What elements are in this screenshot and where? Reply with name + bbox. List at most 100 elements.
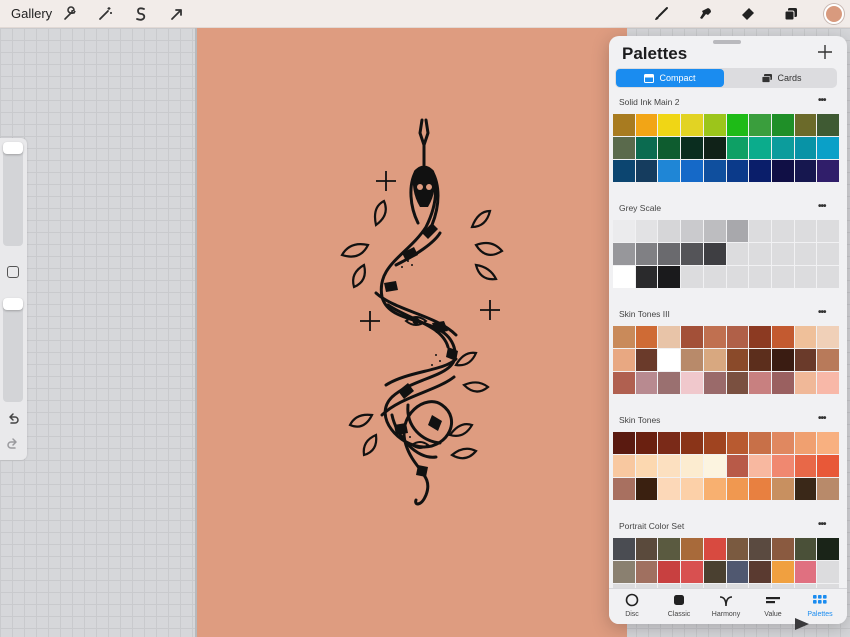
color-swatch[interactable] [613, 243, 635, 265]
color-swatch[interactable] [749, 243, 771, 265]
color-swatch[interactable] [749, 432, 771, 454]
color-swatch[interactable] [681, 220, 703, 242]
palette-card[interactable]: Grey Scale ••• [609, 198, 847, 304]
color-swatch[interactable] [635, 137, 658, 159]
layers-icon[interactable] [781, 4, 801, 24]
color-swatch[interactable] [681, 349, 703, 371]
color-swatch[interactable] [749, 349, 771, 371]
current-color-button[interactable] [824, 4, 844, 24]
magic-wand-icon[interactable] [95, 4, 115, 24]
color-swatch[interactable] [703, 243, 726, 265]
color-swatch[interactable] [749, 561, 771, 583]
color-swatch[interactable] [703, 220, 726, 242]
color-swatch[interactable] [794, 243, 817, 265]
color-swatch[interactable] [726, 266, 749, 288]
redo-icon[interactable] [5, 437, 21, 453]
opacity-knob[interactable] [3, 298, 23, 310]
color-swatch[interactable] [794, 220, 817, 242]
color-swatch[interactable] [635, 114, 658, 136]
color-swatch[interactable] [703, 455, 726, 477]
color-swatch[interactable] [613, 114, 635, 136]
tab-harmony[interactable]: Harmony [703, 593, 749, 623]
color-swatch[interactable] [681, 432, 703, 454]
color-swatch[interactable] [794, 432, 817, 454]
color-swatch[interactable] [726, 220, 749, 242]
color-swatch[interactable] [613, 349, 635, 371]
color-swatch[interactable] [703, 478, 726, 500]
more-options-icon[interactable]: ••• [818, 519, 826, 530]
color-swatch[interactable] [817, 160, 839, 182]
color-swatch[interactable] [658, 455, 681, 477]
color-swatch[interactable] [794, 114, 817, 136]
color-swatch[interactable] [817, 478, 839, 500]
color-swatch[interactable] [613, 220, 635, 242]
color-swatch[interactable] [703, 326, 726, 348]
color-swatch[interactable] [681, 160, 703, 182]
color-swatch[interactable] [658, 538, 681, 560]
color-swatch[interactable] [635, 478, 658, 500]
color-swatch[interactable] [681, 455, 703, 477]
palette-card[interactable]: Solid Ink Main 2 ••• [609, 92, 847, 198]
color-swatch[interactable] [794, 266, 817, 288]
color-swatch[interactable] [749, 114, 771, 136]
color-swatch[interactable] [658, 114, 681, 136]
color-swatch[interactable] [635, 372, 658, 394]
color-swatch[interactable] [726, 326, 749, 348]
selection-s-icon[interactable] [131, 4, 151, 24]
brush-size-knob[interactable] [3, 142, 23, 154]
color-swatch[interactable] [771, 137, 794, 159]
color-swatch[interactable] [681, 243, 703, 265]
more-options-icon[interactable]: ••• [818, 413, 826, 424]
color-swatch[interactable] [635, 160, 658, 182]
panel-grabber[interactable] [713, 40, 741, 44]
color-swatch[interactable] [658, 160, 681, 182]
color-swatch[interactable] [703, 349, 726, 371]
color-swatch[interactable] [794, 326, 817, 348]
color-swatch[interactable] [613, 326, 635, 348]
color-swatch[interactable] [771, 243, 794, 265]
color-swatch[interactable] [817, 137, 839, 159]
color-swatch[interactable] [658, 243, 681, 265]
color-swatch[interactable] [771, 114, 794, 136]
color-swatch[interactable] [703, 160, 726, 182]
color-swatch[interactable] [703, 538, 726, 560]
segment-cards[interactable]: Cards [728, 69, 836, 87]
color-swatch[interactable] [726, 160, 749, 182]
color-swatch[interactable] [703, 372, 726, 394]
color-swatch[interactable] [613, 561, 635, 583]
color-swatch[interactable] [771, 455, 794, 477]
color-swatch[interactable] [771, 220, 794, 242]
color-swatch[interactable] [817, 220, 839, 242]
color-swatch[interactable] [703, 266, 726, 288]
color-swatch[interactable] [794, 478, 817, 500]
color-swatch[interactable] [681, 326, 703, 348]
color-swatch[interactable] [635, 349, 658, 371]
color-swatch[interactable] [771, 561, 794, 583]
color-swatch[interactable] [681, 114, 703, 136]
color-swatch[interactable] [749, 538, 771, 560]
color-swatch[interactable] [635, 561, 658, 583]
color-swatch[interactable] [658, 326, 681, 348]
color-swatch[interactable] [681, 137, 703, 159]
color-swatch[interactable] [771, 372, 794, 394]
color-swatch[interactable] [726, 114, 749, 136]
color-swatch[interactable] [749, 478, 771, 500]
color-swatch[interactable] [613, 160, 635, 182]
color-swatch[interactable] [703, 114, 726, 136]
color-swatch[interactable] [771, 326, 794, 348]
more-options-icon[interactable]: ••• [818, 307, 826, 318]
color-swatch[interactable] [635, 432, 658, 454]
color-swatch[interactable] [726, 538, 749, 560]
modify-button[interactable] [7, 266, 19, 278]
color-swatch[interactable] [703, 432, 726, 454]
color-swatch[interactable] [635, 538, 658, 560]
more-options-icon[interactable]: ••• [818, 201, 826, 212]
color-swatch[interactable] [703, 137, 726, 159]
color-swatch[interactable] [635, 243, 658, 265]
color-swatch[interactable] [794, 160, 817, 182]
color-swatch[interactable] [635, 220, 658, 242]
tab-classic[interactable]: Classic [656, 593, 702, 623]
color-swatch[interactable] [613, 455, 635, 477]
color-swatch[interactable] [613, 478, 635, 500]
palette-list[interactable]: Solid Ink Main 2 ••• Grey Scale ••• Skin… [609, 92, 847, 588]
